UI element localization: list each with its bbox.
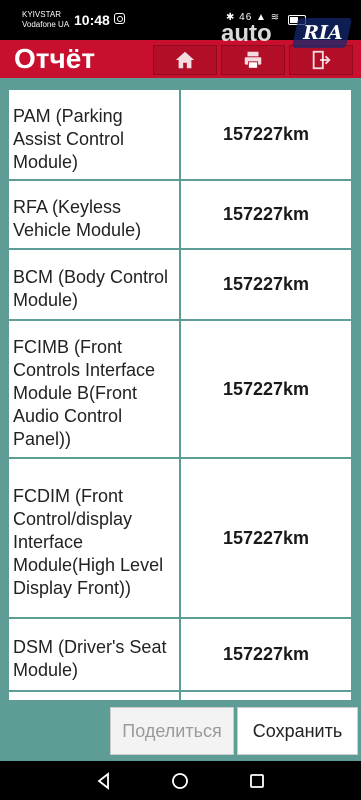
- module-name: FCIMB (Front Controls Interface Module B…: [13, 337, 156, 449]
- mileage-value: 157227km: [222, 527, 310, 548]
- module-name-cell: FCDIM (Front Control/display Interface M…: [9, 459, 177, 617]
- mileage-value: 157227km: [222, 204, 310, 224]
- home-icon: [175, 51, 195, 69]
- column-divider: [179, 692, 181, 700]
- module-name-cell: RFA (Keyless Vehicle Module): [9, 181, 177, 248]
- table-row: BCM (Body Control Module) 157227km: [9, 250, 351, 319]
- share-button[interactable]: Поделиться: [110, 707, 234, 755]
- home-circle-icon[interactable]: [170, 771, 190, 791]
- save-button[interactable]: Сохранить: [237, 707, 358, 755]
- mileage-value: 157227km: [222, 378, 310, 399]
- system-nav-bar: [0, 761, 361, 800]
- clock: 10:48: [74, 12, 110, 28]
- module-name-cell: PAM (Parking Assist Control Module): [9, 90, 177, 179]
- module-name: BCM (Body Control Module): [13, 267, 169, 310]
- module-name: RFA (Keyless Vehicle Module): [13, 197, 142, 240]
- carrier-line1: KYIVSTAR: [22, 10, 61, 19]
- table-row: FCIMB (Front Controls Interface Module B…: [9, 321, 351, 457]
- recents-icon[interactable]: [247, 771, 267, 791]
- table-row-partial: [9, 692, 351, 700]
- module-name: PAM (Parking Assist Control Module): [13, 105, 125, 172]
- table-row: FCDIM (Front Control/display Interface M…: [9, 459, 351, 617]
- mileage-value: 157227km: [222, 274, 310, 294]
- page-title: Отчёт: [14, 43, 96, 74]
- action-bar: Поделиться Сохранить: [0, 700, 361, 761]
- module-name: DSM (Driver's Seat Module): [13, 637, 167, 680]
- home-button[interactable]: [153, 45, 217, 75]
- module-name: FCDIM (Front Control/display Interface M…: [13, 486, 164, 598]
- mileage-value: 157227km: [222, 644, 310, 664]
- carrier-info: KYIVSTAR Vodafone UA: [22, 10, 69, 30]
- module-name-cell: FCIMB (Front Controls Interface Module B…: [9, 321, 177, 457]
- watermark-text-auto: auto: [221, 20, 272, 47]
- table-row: PAM (Parking Assist Control Module) 1572…: [9, 90, 351, 179]
- carrier-line2: Vodafone UA: [22, 20, 70, 29]
- module-name-cell: BCM (Body Control Module): [9, 250, 177, 319]
- back-icon[interactable]: [94, 771, 114, 791]
- mileage-value: 157227km: [222, 124, 310, 144]
- watermark-text-ria: RIA: [300, 22, 345, 44]
- watermark-ria-badge: RIA: [291, 18, 353, 48]
- module-name-cell: DSM (Driver's Seat Module): [9, 619, 177, 690]
- table-row: DSM (Driver's Seat Module) 157227km: [9, 619, 351, 690]
- report-list[interactable]: PAM (Parking Assist Control Module) 1572…: [0, 78, 361, 700]
- instagram-icon: [114, 13, 125, 24]
- table-row: RFA (Keyless Vehicle Module) 157227km: [9, 181, 351, 248]
- autoria-watermark: auto RIA: [217, 12, 353, 54]
